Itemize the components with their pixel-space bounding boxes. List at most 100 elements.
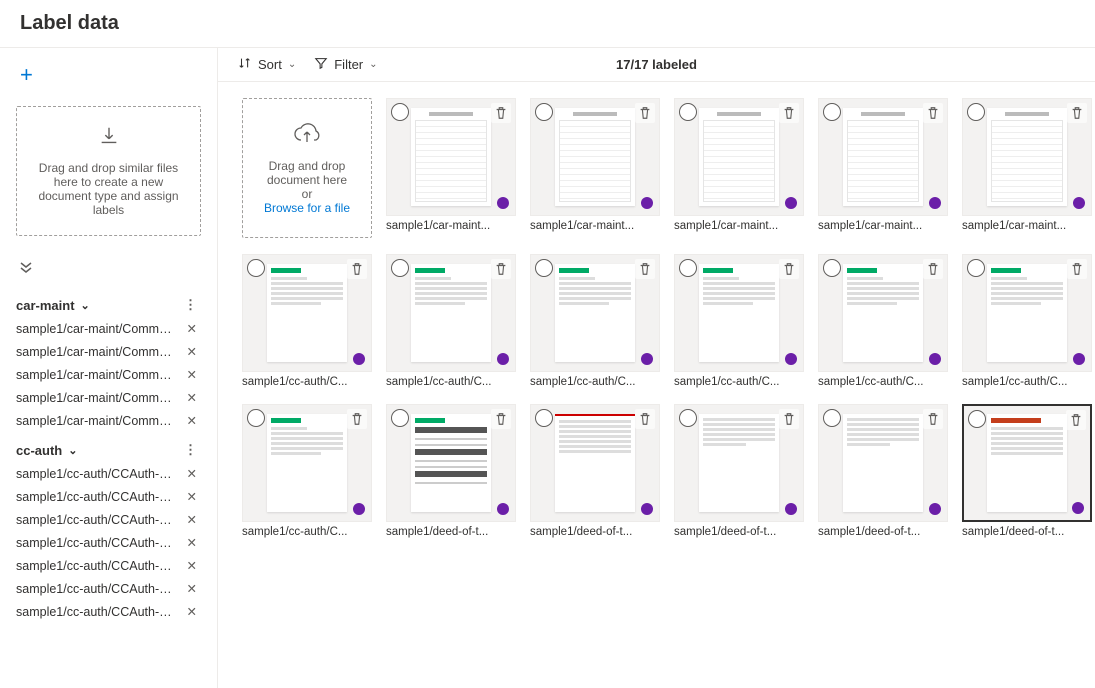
remove-icon[interactable]: ✕ bbox=[183, 390, 201, 405]
thumbnail[interactable] bbox=[530, 254, 660, 372]
thumbnail[interactable] bbox=[674, 404, 804, 522]
thumbnail[interactable] bbox=[386, 98, 516, 216]
delete-icon[interactable] bbox=[779, 409, 799, 429]
remove-icon[interactable]: ✕ bbox=[183, 604, 201, 619]
file-row[interactable]: sample1/cc-auth/CCAuth-4....✕ bbox=[0, 531, 217, 554]
browse-link[interactable]: Browse for a file bbox=[264, 201, 350, 215]
document-card[interactable]: sample1/deed-of-t... bbox=[386, 404, 516, 538]
document-card[interactable]: sample1/car-maint... bbox=[530, 98, 660, 238]
delete-icon[interactable] bbox=[1067, 259, 1087, 279]
document-card[interactable]: sample1/cc-auth/C... bbox=[674, 254, 804, 388]
thumbnail[interactable] bbox=[674, 254, 804, 372]
thumbnail[interactable] bbox=[818, 254, 948, 372]
file-row[interactable]: sample1/car-maint/Comme...✕ bbox=[0, 340, 217, 363]
remove-icon[interactable]: ✕ bbox=[183, 489, 201, 504]
select-circle-icon[interactable] bbox=[391, 409, 409, 427]
delete-icon[interactable] bbox=[923, 103, 943, 123]
select-circle-icon[interactable] bbox=[823, 103, 841, 121]
delete-icon[interactable] bbox=[347, 409, 367, 429]
delete-icon[interactable] bbox=[1067, 103, 1087, 123]
delete-icon[interactable] bbox=[491, 103, 511, 123]
group-header-car-maint[interactable]: car-maint⌄⋮ bbox=[0, 287, 217, 317]
sort-button[interactable]: Sort ⌄ bbox=[238, 56, 296, 73]
document-card[interactable]: sample1/cc-auth/C... bbox=[530, 254, 660, 388]
group-header-cc-auth[interactable]: cc-auth⌄⋮ bbox=[0, 432, 217, 462]
select-circle-icon[interactable] bbox=[679, 259, 697, 277]
remove-icon[interactable]: ✕ bbox=[183, 344, 201, 359]
select-circle-icon[interactable] bbox=[535, 103, 553, 121]
select-circle-icon[interactable] bbox=[247, 259, 265, 277]
thumbnail[interactable] bbox=[242, 254, 372, 372]
thumbnail[interactable] bbox=[962, 404, 1092, 522]
delete-icon[interactable] bbox=[779, 259, 799, 279]
file-row[interactable]: sample1/cc-auth/CCAuth-3....✕ bbox=[0, 508, 217, 531]
select-circle-icon[interactable] bbox=[391, 259, 409, 277]
remove-icon[interactable]: ✕ bbox=[183, 367, 201, 382]
document-card[interactable]: sample1/cc-auth/C... bbox=[818, 254, 948, 388]
thumbnail[interactable] bbox=[818, 98, 948, 216]
file-row[interactable]: sample1/cc-auth/CCAuth-6....✕ bbox=[0, 577, 217, 600]
thumbnail[interactable] bbox=[962, 98, 1092, 216]
document-card[interactable]: sample1/car-maint... bbox=[818, 98, 948, 238]
select-circle-icon[interactable] bbox=[679, 409, 697, 427]
select-circle-icon[interactable] bbox=[823, 409, 841, 427]
add-button[interactable]: + bbox=[0, 58, 217, 92]
thumbnail[interactable] bbox=[386, 254, 516, 372]
file-row[interactable]: sample1/cc-auth/CCAuth-2....✕ bbox=[0, 485, 217, 508]
file-row[interactable]: sample1/car-maint/Comme...✕ bbox=[0, 317, 217, 340]
remove-icon[interactable]: ✕ bbox=[183, 558, 201, 573]
file-row[interactable]: sample1/cc-auth/CCAuth-7....✕ bbox=[0, 600, 217, 623]
document-card[interactable]: sample1/cc-auth/C... bbox=[242, 404, 372, 538]
select-circle-icon[interactable] bbox=[535, 409, 553, 427]
file-row[interactable]: sample1/cc-auth/CCAuth-1....✕ bbox=[0, 462, 217, 485]
select-circle-icon[interactable] bbox=[968, 410, 986, 428]
document-card[interactable]: sample1/deed-of-t... bbox=[530, 404, 660, 538]
more-icon[interactable]: ⋮ bbox=[180, 442, 201, 458]
thumbnail[interactable] bbox=[674, 98, 804, 216]
document-card[interactable]: sample1/car-maint... bbox=[674, 98, 804, 238]
delete-icon[interactable] bbox=[923, 259, 943, 279]
document-card[interactable]: sample1/cc-auth/C... bbox=[242, 254, 372, 388]
select-circle-icon[interactable] bbox=[535, 259, 553, 277]
thumbnail[interactable] bbox=[818, 404, 948, 522]
document-card[interactable]: sample1/car-maint... bbox=[962, 98, 1092, 238]
delete-icon[interactable] bbox=[491, 259, 511, 279]
select-circle-icon[interactable] bbox=[679, 103, 697, 121]
select-circle-icon[interactable] bbox=[967, 259, 985, 277]
delete-icon[interactable] bbox=[923, 409, 943, 429]
select-circle-icon[interactable] bbox=[967, 103, 985, 121]
more-icon[interactable]: ⋮ bbox=[180, 297, 201, 313]
main-dropzone[interactable]: Drag and drop document here or Browse fo… bbox=[242, 98, 372, 238]
select-circle-icon[interactable] bbox=[247, 409, 265, 427]
delete-icon[interactable] bbox=[491, 409, 511, 429]
delete-icon[interactable] bbox=[635, 259, 655, 279]
remove-icon[interactable]: ✕ bbox=[183, 581, 201, 596]
delete-icon[interactable] bbox=[635, 409, 655, 429]
thumbnail[interactable] bbox=[530, 98, 660, 216]
remove-icon[interactable]: ✕ bbox=[183, 512, 201, 527]
document-card[interactable]: sample1/cc-auth/C... bbox=[962, 254, 1092, 388]
thumbnail[interactable] bbox=[386, 404, 516, 522]
select-circle-icon[interactable] bbox=[391, 103, 409, 121]
document-card[interactable]: sample1/car-maint... bbox=[386, 98, 516, 238]
file-row[interactable]: sample1/car-maint/Comme...✕ bbox=[0, 363, 217, 386]
document-card[interactable]: sample1/deed-of-t... bbox=[818, 404, 948, 538]
remove-icon[interactable]: ✕ bbox=[183, 321, 201, 336]
document-card[interactable]: sample1/deed-of-t... bbox=[674, 404, 804, 538]
filter-button[interactable]: Filter ⌄ bbox=[314, 56, 377, 73]
expand-all-icon[interactable] bbox=[0, 250, 217, 287]
thumbnail[interactable] bbox=[962, 254, 1092, 372]
document-card[interactable]: sample1/cc-auth/C... bbox=[386, 254, 516, 388]
remove-icon[interactable]: ✕ bbox=[183, 535, 201, 550]
delete-icon[interactable] bbox=[779, 103, 799, 123]
file-row[interactable]: sample1/car-maint/Comme...✕ bbox=[0, 409, 217, 432]
thumbnail[interactable] bbox=[242, 404, 372, 522]
file-row[interactable]: sample1/cc-auth/CCAuth-5....✕ bbox=[0, 554, 217, 577]
remove-icon[interactable]: ✕ bbox=[183, 413, 201, 428]
remove-icon[interactable]: ✕ bbox=[183, 466, 201, 481]
thumbnail[interactable] bbox=[530, 404, 660, 522]
delete-icon[interactable] bbox=[347, 259, 367, 279]
delete-icon[interactable] bbox=[635, 103, 655, 123]
file-row[interactable]: sample1/car-maint/Comme...✕ bbox=[0, 386, 217, 409]
select-circle-icon[interactable] bbox=[823, 259, 841, 277]
